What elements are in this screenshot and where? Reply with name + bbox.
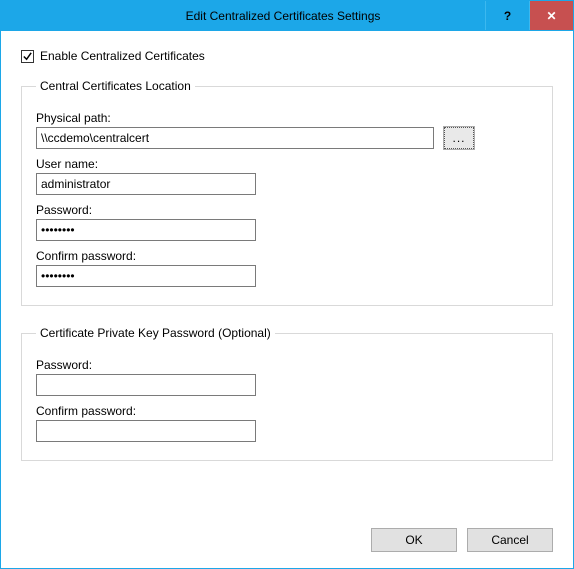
password-label: Password: bbox=[36, 203, 538, 217]
central-location-group: Central Certificates Location Physical p… bbox=[21, 79, 553, 306]
central-location-legend: Central Certificates Location bbox=[36, 79, 195, 93]
private-key-group: Certificate Private Key Password (Option… bbox=[21, 326, 553, 461]
cancel-button[interactable]: Cancel bbox=[467, 528, 553, 552]
confirm-password-label: Confirm password: bbox=[36, 249, 538, 263]
cancel-button-label: Cancel bbox=[491, 533, 528, 547]
enable-checkbox[interactable] bbox=[21, 50, 34, 63]
pk-password-input[interactable] bbox=[36, 374, 256, 396]
private-key-legend: Certificate Private Key Password (Option… bbox=[36, 326, 275, 340]
checkmark-icon bbox=[22, 51, 33, 62]
footer-buttons: OK Cancel bbox=[371, 528, 553, 552]
help-button[interactable]: ? bbox=[485, 1, 529, 30]
window-title: Edit Centralized Certificates Settings bbox=[1, 1, 485, 30]
physical-path-input[interactable] bbox=[36, 127, 434, 149]
username-label: User name: bbox=[36, 157, 538, 171]
pk-confirm-input[interactable] bbox=[36, 420, 256, 442]
password-input[interactable] bbox=[36, 219, 256, 241]
confirm-password-input[interactable] bbox=[36, 265, 256, 287]
ok-button-label: OK bbox=[405, 533, 422, 547]
dialog-window: Edit Centralized Certificates Settings ?… bbox=[0, 0, 574, 569]
username-input[interactable] bbox=[36, 173, 256, 195]
window-body: Enable Centralized Certificates Central … bbox=[1, 31, 573, 568]
titlebar: Edit Centralized Certificates Settings ?… bbox=[1, 1, 573, 31]
browse-button[interactable]: ... bbox=[444, 127, 474, 149]
pk-confirm-label: Confirm password: bbox=[36, 404, 538, 418]
pk-password-label: Password: bbox=[36, 358, 538, 372]
ellipsis-icon: ... bbox=[452, 131, 465, 145]
close-icon: ✕ bbox=[546, 9, 556, 23]
physical-path-label: Physical path: bbox=[36, 111, 538, 125]
enable-row: Enable Centralized Certificates bbox=[21, 49, 553, 63]
close-button[interactable]: ✕ bbox=[529, 1, 573, 30]
enable-label: Enable Centralized Certificates bbox=[40, 49, 205, 63]
ok-button[interactable]: OK bbox=[371, 528, 457, 552]
help-icon: ? bbox=[504, 9, 511, 23]
